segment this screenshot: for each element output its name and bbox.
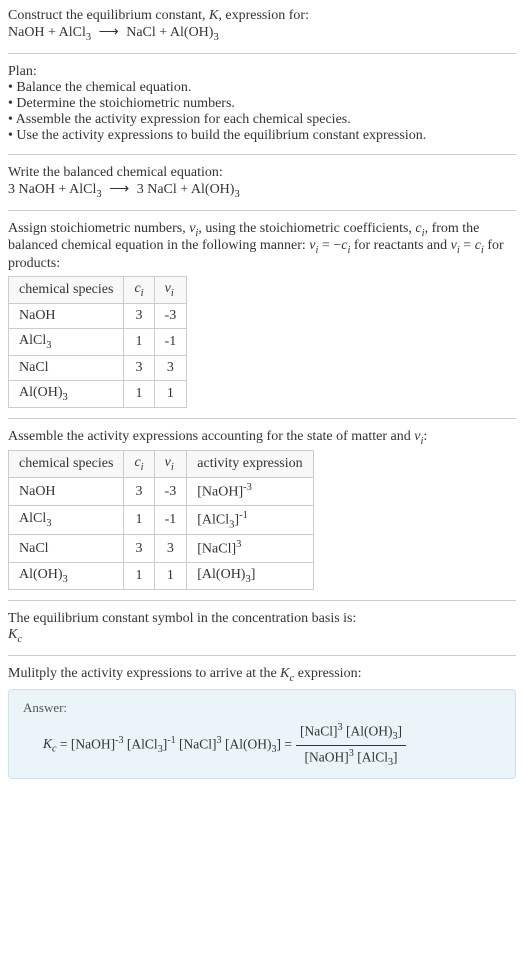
fraction-numerator: [NaCl]3 [Al(OH)3] xyxy=(296,722,406,745)
cell-v: -1 xyxy=(154,505,187,534)
table-row: Al(OH)311[Al(OH)3] xyxy=(9,562,314,589)
cell-v: -3 xyxy=(154,478,187,506)
cell-species: Al(OH)3 xyxy=(9,380,124,407)
cell-c: 3 xyxy=(124,478,154,506)
fraction: [NaCl]3 [Al(OH)3] [NaOH]3 [AlCl3] xyxy=(296,722,406,767)
balanced-equation: 3 NaOH + AlCl3 ⟶ 3 NaCl + Al(OH)3 xyxy=(8,181,516,200)
symbol-text: The equilibrium constant symbol in the c… xyxy=(8,611,516,627)
intro-section: Construct the equilibrium constant, K, e… xyxy=(8,8,516,43)
balanced-heading: Write the balanced chemical equation: xyxy=(8,165,516,181)
activity-table: chemical species ci νi activity expressi… xyxy=(8,450,314,589)
table-row: NaCl33[NaCl]3 xyxy=(9,535,314,563)
cell-v: 1 xyxy=(154,380,187,407)
cell-c: 1 xyxy=(124,505,154,534)
divider xyxy=(8,154,516,155)
table-row: AlCl31-1 xyxy=(9,328,187,355)
table-row: NaOH3-3[NaOH]-3 xyxy=(9,478,314,506)
col-species: chemical species xyxy=(9,277,124,304)
cell-c: 3 xyxy=(124,303,154,328)
cell-v: -1 xyxy=(154,328,187,355)
activity-section: Assemble the activity expressions accoun… xyxy=(8,429,516,590)
multiply-text: Mulitply the activity expressions to arr… xyxy=(8,666,516,684)
plan-heading: Plan: xyxy=(8,64,516,80)
answer-label: Answer: xyxy=(23,700,501,716)
table-header-row: chemical species ci νi activity expressi… xyxy=(9,451,314,478)
divider xyxy=(8,210,516,211)
table-row: AlCl31-1[AlCl3]-1 xyxy=(9,505,314,534)
answer-equation: Kc = [NaOH]-3 [AlCl3]-1 [NaCl]3 [Al(OH)3… xyxy=(23,722,501,767)
cell-v: 3 xyxy=(154,535,187,563)
col-species: chemical species xyxy=(9,451,124,478)
plan-section: Plan: • Balance the chemical equation. •… xyxy=(8,64,516,144)
cell-v: 3 xyxy=(154,355,187,380)
balanced-section: Write the balanced chemical equation: 3 … xyxy=(8,165,516,200)
cell-species: Al(OH)3 xyxy=(9,562,124,589)
cell-v: 1 xyxy=(154,562,187,589)
cell-c: 3 xyxy=(124,535,154,563)
table-row: NaOH3-3 xyxy=(9,303,187,328)
table-header-row: chemical species ci νi xyxy=(9,277,187,304)
divider xyxy=(8,53,516,54)
plan-item: • Assemble the activity expression for e… xyxy=(8,112,516,128)
plan-item: • Use the activity expressions to build … xyxy=(8,128,516,144)
cell-species: AlCl3 xyxy=(9,328,124,355)
stoich-text: Assign stoichiometric numbers, νi, using… xyxy=(8,221,516,273)
fraction-denominator: [NaOH]3 [AlCl3] xyxy=(301,746,402,768)
cell-v: -3 xyxy=(154,303,187,328)
col-c: ci xyxy=(124,277,154,304)
activity-text: Assemble the activity expressions accoun… xyxy=(8,429,516,447)
symbol-section: The equilibrium constant symbol in the c… xyxy=(8,611,516,645)
cell-c: 1 xyxy=(124,380,154,407)
cell-c: 1 xyxy=(124,562,154,589)
multiply-section: Mulitply the activity expressions to arr… xyxy=(8,666,516,684)
col-c: ci xyxy=(124,451,154,478)
cell-species: NaCl xyxy=(9,355,124,380)
intro-equation: NaOH + AlCl3 ⟶ NaCl + Al(OH)3 xyxy=(8,24,516,43)
cell-expr: [AlCl3]-1 xyxy=(187,505,313,534)
cell-species: NaCl xyxy=(9,535,124,563)
answer-box: Answer: Kc = [NaOH]-3 [AlCl3]-1 [NaCl]3 … xyxy=(8,689,516,778)
stoich-table: chemical species ci νi NaOH3-3 AlCl31-1 … xyxy=(8,276,187,407)
table-row: NaCl33 xyxy=(9,355,187,380)
symbol-value: Kc xyxy=(8,627,516,645)
col-v: νi xyxy=(154,451,187,478)
cell-expr: [NaOH]-3 xyxy=(187,478,313,506)
divider xyxy=(8,600,516,601)
cell-c: 1 xyxy=(124,328,154,355)
cell-species: AlCl3 xyxy=(9,505,124,534)
cell-expr: [Al(OH)3] xyxy=(187,562,313,589)
divider xyxy=(8,418,516,419)
stoich-section: Assign stoichiometric numbers, νi, using… xyxy=(8,221,516,408)
cell-species: NaOH xyxy=(9,478,124,506)
plan-item: • Balance the chemical equation. xyxy=(8,80,516,96)
cell-c: 3 xyxy=(124,355,154,380)
col-v: νi xyxy=(154,277,187,304)
cell-species: NaOH xyxy=(9,303,124,328)
cell-expr: [NaCl]3 xyxy=(187,535,313,563)
col-expr: activity expression xyxy=(187,451,313,478)
intro-text: Construct the equilibrium constant, K, e… xyxy=(8,8,516,24)
plan-item: • Determine the stoichiometric numbers. xyxy=(8,96,516,112)
divider xyxy=(8,655,516,656)
table-row: Al(OH)311 xyxy=(9,380,187,407)
